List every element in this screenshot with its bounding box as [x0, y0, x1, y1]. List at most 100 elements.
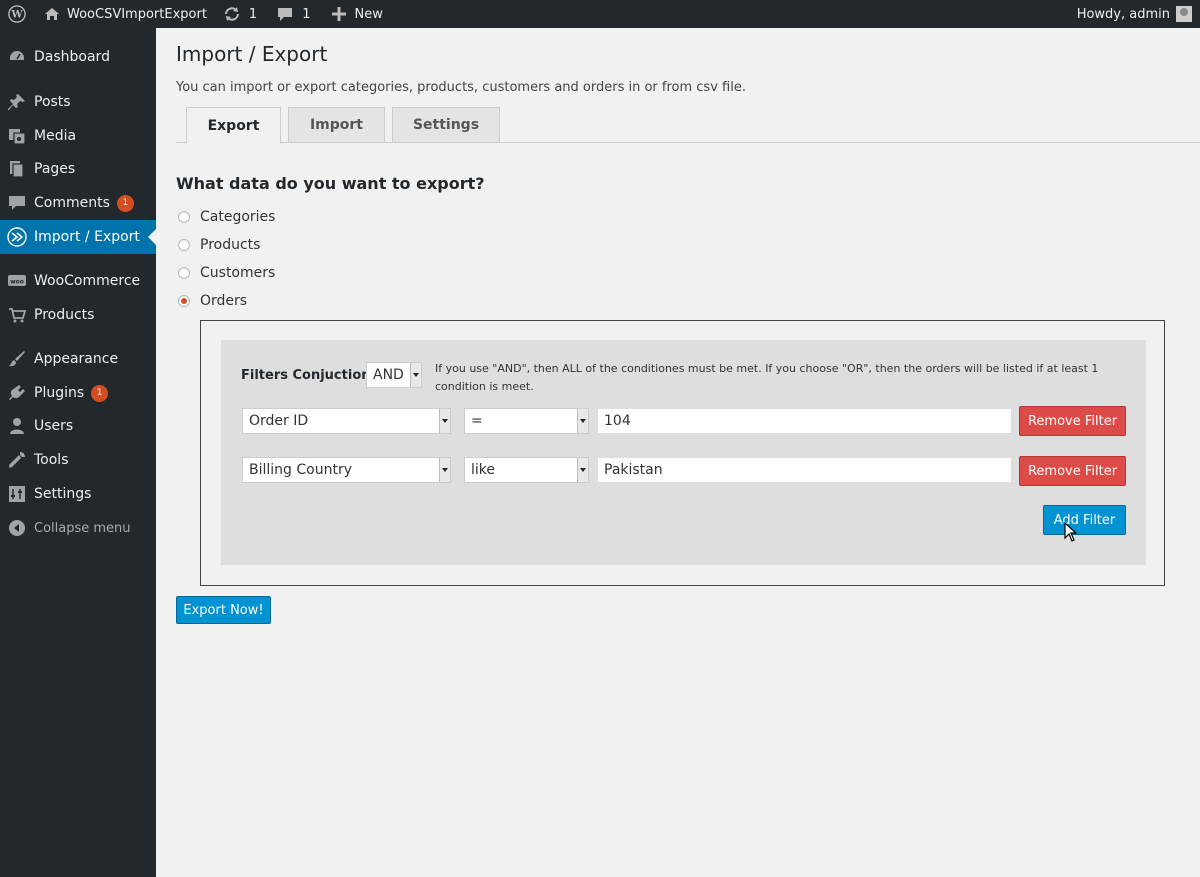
radio-label: Orders: [200, 293, 248, 309]
tab-settings[interactable]: Settings: [392, 107, 500, 143]
sidebar-item-settings[interactable]: Settings: [0, 477, 156, 511]
svg-text:W: W: [10, 10, 23, 21]
remove-filter-button[interactable]: Remove Filter: [1019, 456, 1126, 486]
updates-link[interactable]: 1: [215, 0, 265, 28]
cart-icon: [0, 306, 34, 324]
nav-tabs: Export Import Settings: [176, 107, 1200, 144]
collapse-icon: [0, 519, 34, 537]
tab-import[interactable]: Import: [288, 107, 385, 143]
filter-value-text: 104: [604, 413, 631, 429]
page-description: You can import or export categories, pro…: [176, 80, 746, 95]
add-filter-button[interactable]: Add Filter: [1043, 505, 1126, 535]
filter-field-select[interactable]: Order ID: [242, 408, 451, 434]
filter-value-text: Pakistan: [604, 462, 663, 478]
filter-operator-select[interactable]: =: [464, 408, 589, 434]
radio-button[interactable]: [178, 211, 190, 223]
site-name: WooCSVImportExport: [67, 6, 207, 22]
sidebar-item-label: Tools: [34, 452, 69, 468]
dropdown-arrow-icon: [439, 409, 450, 433]
user-icon: [0, 417, 34, 435]
sidebar-item-comments[interactable]: Comments 1: [0, 186, 156, 220]
export-now-button[interactable]: Export Now!: [176, 596, 271, 624]
remove-filter-button[interactable]: Remove Filter: [1019, 406, 1126, 436]
comment-bubble-icon: [278, 7, 293, 21]
filter-area: Filters Conjuction: AND If you use "AND"…: [221, 340, 1146, 565]
my-account-link[interactable]: Howdy, admin: [1069, 0, 1200, 28]
radio-categories[interactable]: Categories: [178, 208, 275, 226]
sidebar-item-appearance[interactable]: Appearance: [0, 342, 156, 376]
comments-count: 1: [302, 6, 311, 22]
sidebar-item-posts[interactable]: Posts: [0, 85, 156, 119]
sidebar-item-label: Import / Export: [34, 229, 140, 245]
section-title: What data do you want to export?: [176, 174, 485, 193]
sidebar-item-label: Media: [34, 128, 77, 144]
pin-icon: [0, 93, 34, 111]
sidebar-item-label: Users: [34, 418, 74, 434]
radio-label: Customers: [200, 265, 276, 281]
filter-value-input[interactable]: Pakistan: [597, 457, 1012, 483]
settings-icon: [0, 485, 34, 503]
woocommerce-icon: woo: [0, 273, 34, 289]
tab-export[interactable]: Export: [186, 107, 281, 144]
admin-bar: W WooCSVImportExport 1 1 New Howdy, admi…: [0, 0, 1200, 28]
sidebar-item-pages[interactable]: Pages: [0, 152, 156, 186]
sidebar-item-label: Plugins: [34, 385, 85, 401]
filter-field-select[interactable]: Billing Country: [242, 457, 451, 483]
sidebar-item-media[interactable]: Media: [0, 119, 156, 153]
radio-customers[interactable]: Customers: [178, 264, 275, 282]
sidebar-item-label: Dashboard: [34, 49, 110, 65]
updates-icon: [224, 7, 239, 21]
dashboard-icon: [0, 48, 34, 66]
new-label: New: [354, 6, 383, 22]
sidebar-item-products[interactable]: Products: [0, 298, 156, 332]
sidebar-item-dashboard[interactable]: Dashboard: [0, 40, 156, 74]
home-icon: [45, 8, 59, 20]
filter-operator-select[interactable]: like: [464, 457, 589, 483]
plus-icon: [332, 7, 347, 21]
mouse-cursor-icon: [1064, 522, 1078, 542]
comment-icon: [0, 194, 34, 212]
filter-value-input[interactable]: 104: [597, 408, 1012, 434]
pages-icon: [0, 160, 34, 178]
sidebar-item-label: Posts: [34, 94, 71, 110]
media-icon: [0, 127, 34, 145]
sidebar-item-plugins[interactable]: Plugins 1: [0, 376, 156, 410]
sidebar-item-label: Appearance: [34, 351, 119, 367]
radio-button[interactable]: [178, 295, 190, 307]
conjunction-value: AND: [373, 367, 404, 383]
sidebar-item-import-export[interactable]: Import / Export: [0, 220, 156, 254]
comments-badge: 1: [116, 194, 134, 212]
dropdown-arrow-icon: [577, 458, 588, 482]
site-name-link[interactable]: WooCSVImportExport: [36, 0, 215, 28]
filter-panel: Filters Conjuction: AND If you use "AND"…: [200, 320, 1165, 586]
dropdown-arrow-icon: [410, 363, 421, 387]
dropdown-arrow-icon: [439, 458, 450, 482]
admin-sidebar: Dashboard Posts Media Pages Comments 1 I…: [0, 28, 156, 877]
filter-field-value: Billing Country: [249, 462, 352, 478]
updates-count: 1: [248, 6, 258, 22]
radio-button[interactable]: [178, 239, 190, 251]
wrench-icon: [0, 451, 34, 469]
sidebar-item-tools[interactable]: Tools: [0, 443, 156, 477]
import-export-icon: [0, 227, 34, 247]
comments-link[interactable]: 1: [265, 0, 318, 28]
sidebar-item-label: Collapse menu: [34, 520, 131, 536]
sidebar-item-label: Settings: [34, 486, 92, 502]
radio-button[interactable]: [178, 267, 190, 279]
radio-label: Products: [200, 237, 261, 253]
radio-label: Categories: [200, 209, 276, 225]
collapse-menu-button[interactable]: Collapse menu: [0, 511, 156, 545]
plugin-icon: [0, 384, 34, 402]
sidebar-item-users[interactable]: Users: [0, 409, 156, 443]
new-content-link[interactable]: New: [318, 0, 390, 28]
avatar: [1176, 6, 1192, 22]
conjunction-select[interactable]: AND: [366, 362, 422, 388]
brush-icon: [0, 350, 34, 368]
wordpress-logo-icon[interactable]: W: [0, 0, 36, 28]
conjunction-label: Filters Conjuction:: [241, 368, 376, 383]
sidebar-item-woocommerce[interactable]: woo WooCommerce: [0, 264, 156, 298]
conjunction-help-text: If you use "AND", then ALL of the condit…: [435, 362, 1099, 393]
radio-products[interactable]: Products: [178, 236, 260, 254]
radio-orders[interactable]: Orders: [178, 292, 247, 310]
page-title: Import / Export: [176, 42, 328, 66]
